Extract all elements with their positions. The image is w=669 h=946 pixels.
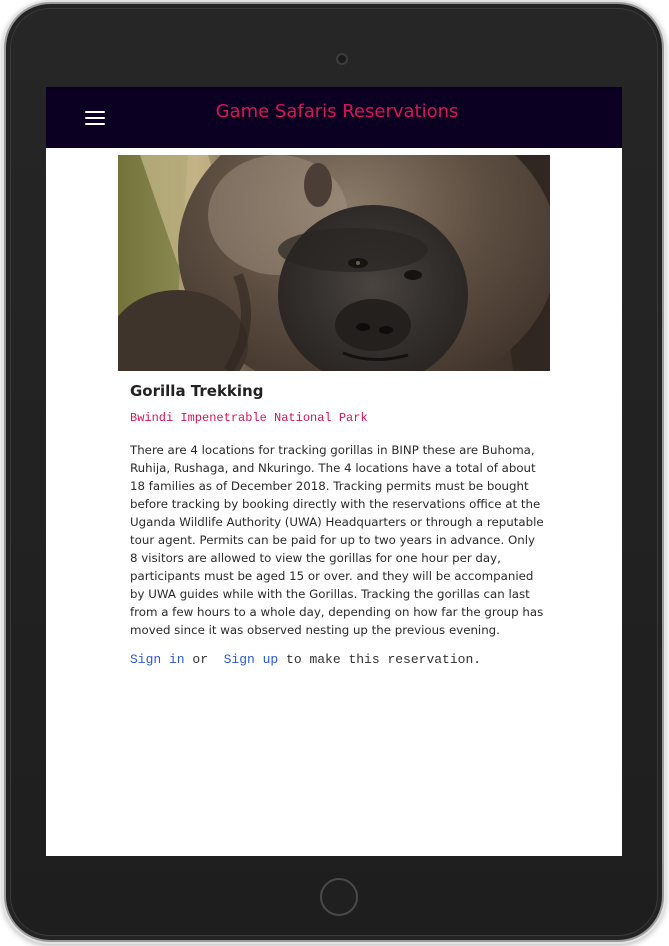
front-camera [336,53,348,65]
tour-details: Gorilla Trekking Bwindi Impenetrable Nat… [130,381,544,669]
brand-title[interactable]: Game Safaris Reservations [46,101,622,122]
gorilla-image [118,155,550,371]
sign-up-link[interactable]: Sign up [224,652,279,667]
tour-title: Gorilla Trekking [130,382,264,400]
reservation-suffix: to make this reservation. [278,652,482,667]
reservation-prompt: Sign in or Sign up to make this reservat… [130,651,544,669]
tour-description: There are 4 locations for tracking goril… [130,443,544,637]
tablet-screen: Game Safaris Reservations Gorilla Trekki… [46,87,622,856]
menu-bar-bottom [85,123,105,125]
sign-in-link[interactable]: Sign in [130,652,185,667]
or-text: or [184,652,224,667]
park-name: Bwindi Impenetrable National Park [130,411,368,425]
top-navbar: Game Safaris Reservations [46,87,622,148]
home-button[interactable] [320,878,358,916]
gorilla-photo [118,155,550,371]
